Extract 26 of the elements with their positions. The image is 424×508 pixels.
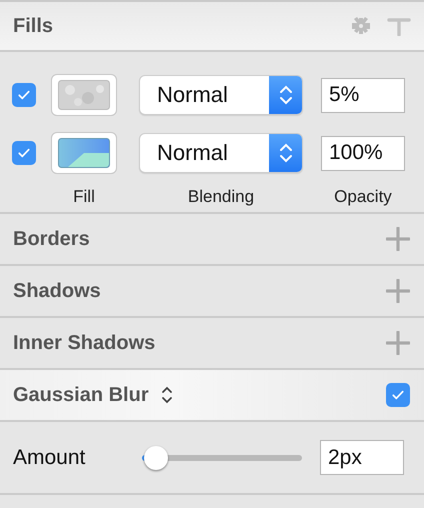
fill-swatch-button[interactable]: [51, 132, 117, 174]
column-label: Fill: [72, 187, 96, 207]
opacity-field[interactable]: 5%: [321, 78, 405, 112]
column-label: Blending: [186, 187, 256, 207]
section-title: Gaussian Blur: [13, 384, 149, 406]
checkbox[interactable]: [12, 83, 36, 107]
fill-swatch-button[interactable]: [51, 74, 117, 116]
up-down-icon: [278, 83, 294, 107]
up-down-icon: [278, 141, 294, 165]
gear-icon[interactable]: [349, 16, 373, 36]
slider-thumb[interactable]: [144, 446, 168, 470]
blending-dropdown[interactable]: Normal: [139, 133, 303, 173]
opacity-field[interactable]: 100%: [321, 136, 405, 170]
gradient-swatch: [58, 138, 110, 168]
section-title: Fills: [13, 14, 54, 38]
section-title: Borders: [13, 228, 91, 250]
column-label: Opacity: [333, 187, 393, 207]
amount-label: Amount: [13, 446, 86, 470]
checkbox[interactable]: [12, 141, 36, 165]
amount-field[interactable]: 2px: [320, 440, 404, 475]
blending-dropdown[interactable]: Normal: [139, 75, 303, 115]
checkbox[interactable]: [386, 383, 410, 407]
section-title: Shadows: [13, 280, 102, 302]
up-down-icon[interactable]: [160, 385, 173, 405]
noise-swatch: [58, 80, 110, 110]
section-title: Inner Shadows: [13, 332, 156, 354]
